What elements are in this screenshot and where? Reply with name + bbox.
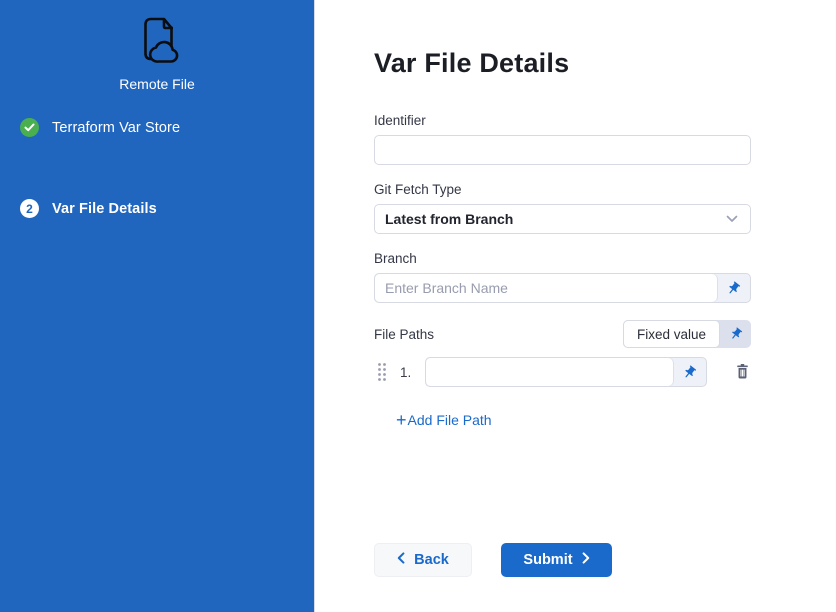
value-type-toggle[interactable]: Fixed value <box>623 320 751 348</box>
file-paths-group: File Paths Fixed value <box>374 320 751 431</box>
row-index: 1. <box>400 365 419 380</box>
step-var-file-details[interactable]: 2 Var File Details <box>0 199 314 218</box>
var-file-form: Identifier Git Fetch Type Latest from Br… <box>374 113 751 577</box>
chevron-right-icon <box>582 552 590 568</box>
pin-icon <box>720 320 751 348</box>
plus-icon: + <box>396 413 407 427</box>
trash-icon <box>734 362 751 383</box>
file-path-row: 1. <box>374 357 751 387</box>
branch-input[interactable] <box>375 274 717 302</box>
remote-file-icon <box>132 14 182 71</box>
store-type-label: Remote File <box>119 76 194 92</box>
file-path-input[interactable] <box>426 358 673 386</box>
submit-button-label: Submit <box>523 552 572 568</box>
value-type-label: Fixed value <box>623 320 720 348</box>
var-file-details-panel: Var File Details Identifier Git Fetch Ty… <box>315 0 836 612</box>
wizard-sidebar: Remote File Terraform Var Store 2 Var Fi… <box>0 0 315 612</box>
git-fetch-type-value: Latest from Branch <box>385 211 513 227</box>
identifier-input[interactable] <box>374 135 751 165</box>
step-number-badge: 2 <box>20 199 39 218</box>
branch-label: Branch <box>374 251 751 266</box>
wizard-actions: Back Submit <box>374 543 751 577</box>
page-title: Var File Details <box>374 48 836 79</box>
file-paths-label: File Paths <box>374 327 434 342</box>
wizard-steps: Terraform Var Store 2 Var File Details <box>0 118 314 218</box>
pin-icon[interactable] <box>673 358 706 386</box>
step-label: Terraform Var Store <box>52 120 180 136</box>
check-icon <box>20 118 39 137</box>
file-path-input-wrap <box>425 357 707 387</box>
pin-icon[interactable] <box>717 274 750 302</box>
chevron-left-icon <box>397 552 405 568</box>
file-paths-header: File Paths Fixed value <box>374 320 751 348</box>
submit-button[interactable]: Submit <box>501 543 612 577</box>
add-file-path-button[interactable]: + Add File Path <box>396 412 492 428</box>
delete-row-button[interactable] <box>734 362 751 383</box>
identifier-label: Identifier <box>374 113 751 128</box>
drag-handle-icon[interactable] <box>377 362 387 382</box>
back-button-label: Back <box>414 552 449 568</box>
branch-input-wrap <box>374 273 751 303</box>
step-terraform-var-store[interactable]: Terraform Var Store <box>0 118 314 137</box>
identifier-group: Identifier <box>374 113 751 165</box>
git-fetch-type-select[interactable]: Latest from Branch <box>374 204 751 234</box>
branch-group: Branch <box>374 251 751 303</box>
back-button[interactable]: Back <box>374 543 472 577</box>
git-fetch-type-group: Git Fetch Type Latest from Branch <box>374 182 751 234</box>
store-type-block: Remote File <box>0 0 314 92</box>
chevron-down-icon <box>726 210 738 228</box>
var-file-wizard: Remote File Terraform Var Store 2 Var Fi… <box>0 0 836 612</box>
step-label: Var File Details <box>52 201 157 217</box>
git-fetch-type-label: Git Fetch Type <box>374 182 751 197</box>
add-file-path-label: Add File Path <box>408 412 492 428</box>
